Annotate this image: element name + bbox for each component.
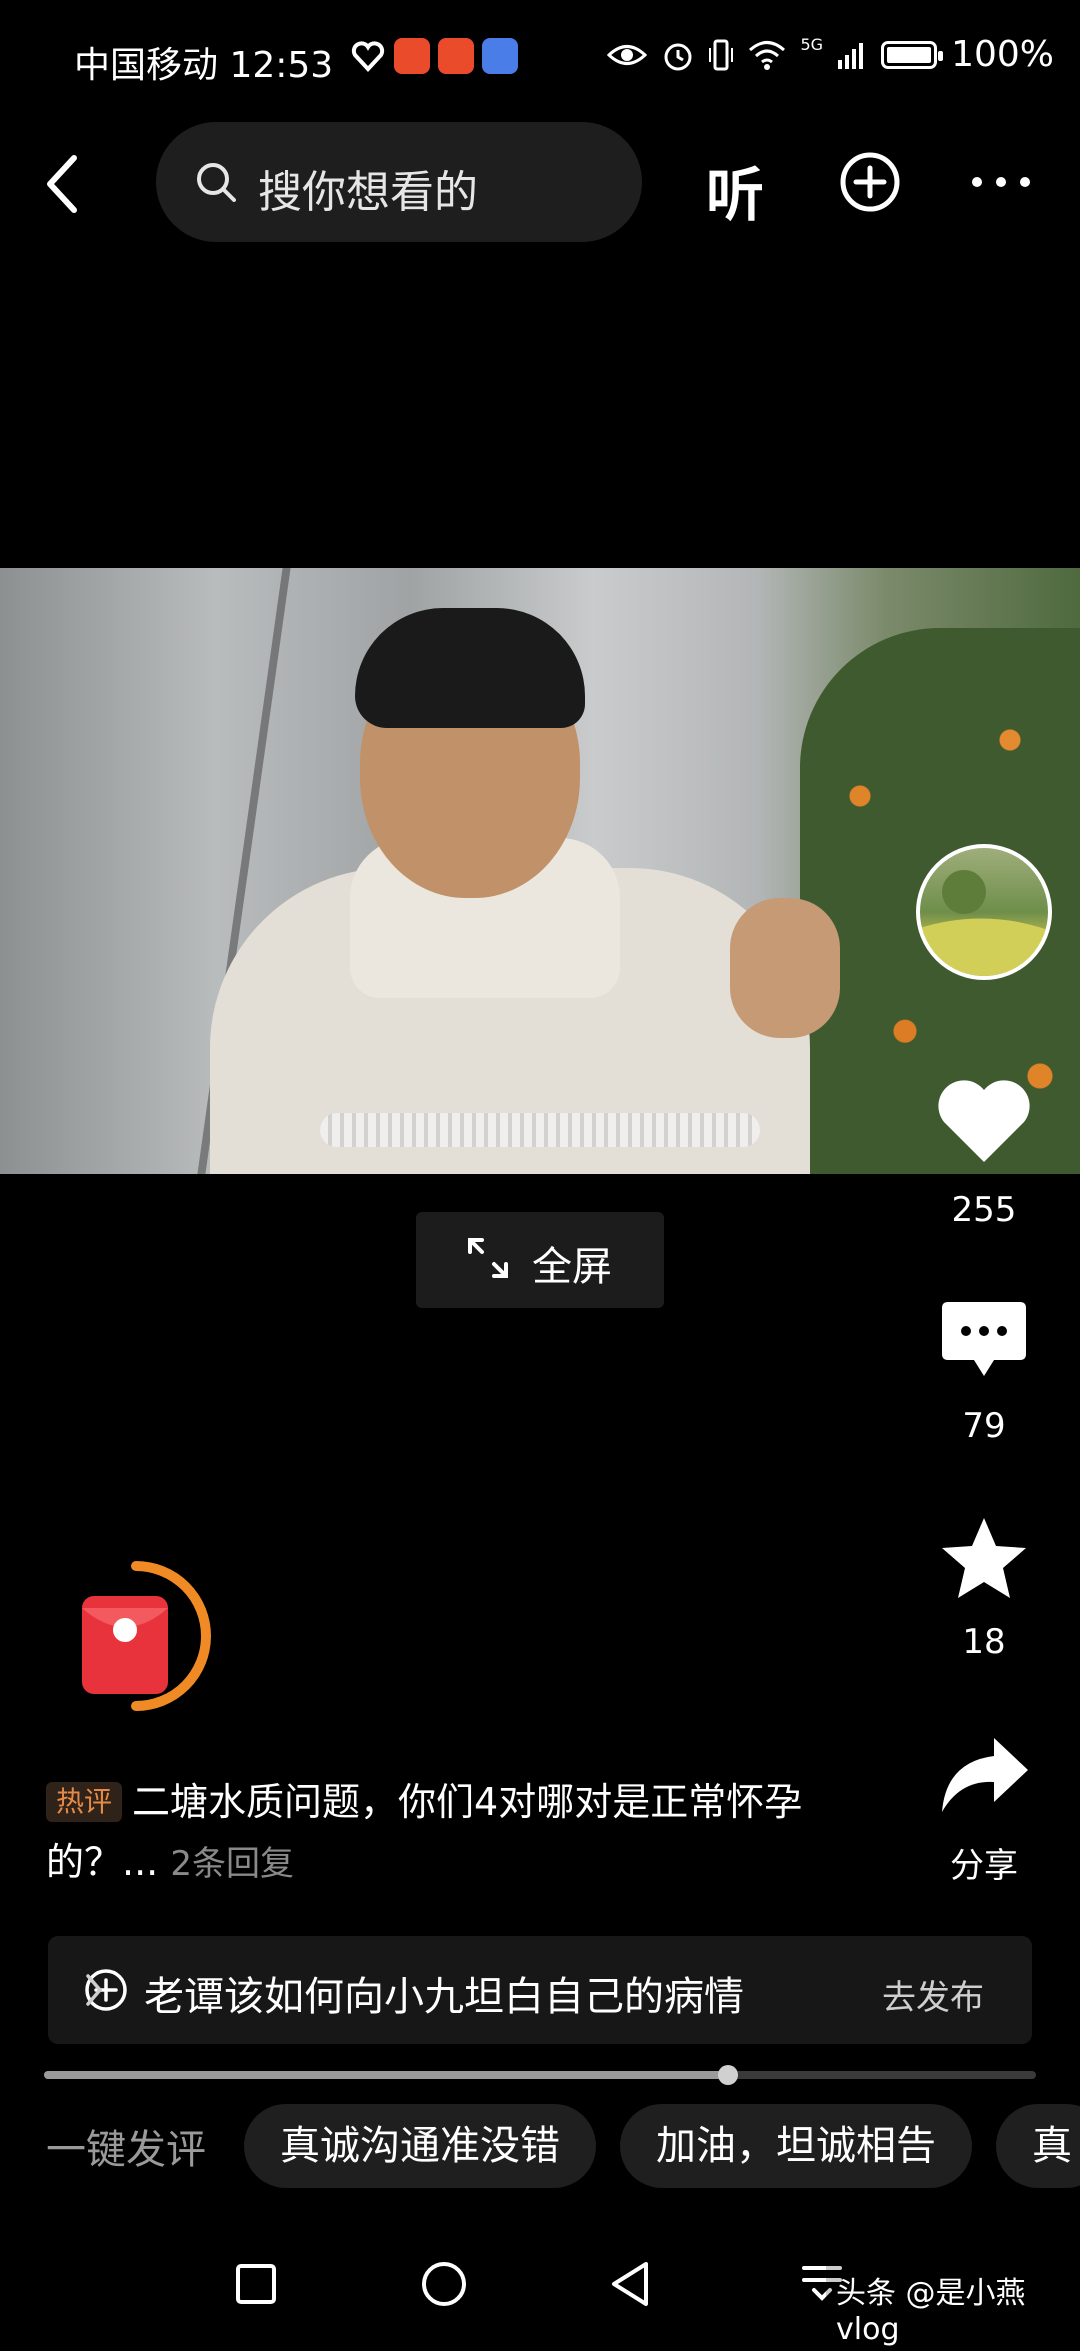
recents-square-icon[interactable] bbox=[234, 2262, 278, 2306]
video-app-icon bbox=[394, 38, 430, 74]
status-right: 5G 100% bbox=[606, 34, 1054, 75]
favorite-star-icon[interactable] bbox=[938, 1514, 1030, 1602]
status-bar: 中国移动 12:53 5G 100% bbox=[0, 0, 1080, 120]
hot-comment-tag: 热评 bbox=[46, 1782, 123, 1822]
red-packet-icon[interactable] bbox=[66, 1560, 216, 1720]
quick-comment-chip[interactable]: 加油，坦诚相告 bbox=[620, 2104, 972, 2188]
listen-button[interactable]: 听 bbox=[706, 148, 764, 232]
watermark-text: 头条 @是小燕vlog bbox=[826, 2264, 1080, 2351]
back-arrow-icon[interactable] bbox=[38, 150, 98, 220]
hot-comment[interactable]: 热评 二塘水质问题，你们4对哪对是正常怀孕的？... 2条回复 bbox=[46, 1772, 906, 1894]
video-player[interactable] bbox=[0, 568, 1080, 1174]
quick-comment-chip[interactable]: 真 bbox=[996, 2104, 1080, 2188]
search-placeholder: 搜你想看的 bbox=[258, 167, 478, 218]
hot-comment-replies[interactable]: 2条回复 bbox=[170, 1844, 294, 1884]
signal-5g-label: 5G bbox=[800, 35, 824, 54]
author-avatar[interactable] bbox=[916, 844, 1052, 980]
expand-icon bbox=[468, 1238, 508, 1278]
progress-fill bbox=[44, 2071, 729, 2079]
search-bar[interactable]: 搜你想看的 bbox=[156, 122, 642, 242]
add-circle-icon[interactable] bbox=[838, 150, 902, 214]
publish-link[interactable]: 去发布 bbox=[882, 1970, 984, 2019]
progress-knob[interactable] bbox=[718, 2065, 739, 2085]
search-icon bbox=[197, 163, 236, 202]
fullscreen-button[interactable]: 全屏 bbox=[416, 1212, 664, 1308]
battery-icon bbox=[881, 40, 944, 69]
like-heart-icon[interactable] bbox=[936, 1080, 1032, 1166]
comment-count: 79 bbox=[962, 1406, 1006, 1446]
quick-comment-row: 一键发评 真诚沟通准没错 加油，坦诚相告 真 bbox=[46, 2104, 1080, 2188]
hot-comment-text: 二塘水质问题，你们4对哪对是正常怀孕的？... bbox=[46, 1780, 803, 1884]
quick-comment-label: 一键发评 bbox=[46, 2127, 206, 2173]
alarm-icon bbox=[664, 43, 691, 70]
person-hand bbox=[730, 898, 840, 1038]
signal-icon bbox=[838, 42, 864, 69]
chevron-right-icon bbox=[86, 1974, 103, 2006]
favorite-count: 18 bbox=[962, 1622, 1006, 1662]
comment-icon[interactable] bbox=[938, 1298, 1030, 1382]
back-triangle-icon[interactable] bbox=[608, 2260, 652, 2308]
share-label[interactable]: 分享 bbox=[924, 1838, 1044, 1887]
more-icon[interactable] bbox=[970, 175, 1032, 189]
home-circle-icon[interactable] bbox=[420, 2260, 468, 2308]
video-app-icon-2 bbox=[438, 38, 474, 74]
battery-text: 100% bbox=[951, 34, 1054, 75]
video-progress-bar[interactable] bbox=[44, 2065, 1036, 2085]
fullscreen-label: 全屏 bbox=[532, 1244, 612, 1290]
heart-app-icon bbox=[351, 41, 385, 72]
quick-comment-chip[interactable]: 真诚沟通准没错 bbox=[244, 2104, 596, 2188]
notification-icons bbox=[350, 38, 518, 78]
wifi-icon bbox=[748, 40, 785, 70]
share-arrow-icon[interactable] bbox=[936, 1732, 1032, 1816]
vibrate-icon bbox=[708, 39, 733, 70]
carrier-time: 中国移动 12:53 bbox=[74, 45, 334, 86]
watermark: 头条 @是小燕vlog bbox=[826, 2264, 1080, 2351]
browser-app-icon bbox=[482, 38, 518, 74]
blurred-subtitle bbox=[320, 1113, 760, 1147]
eye-icon bbox=[606, 44, 647, 65]
person-hair bbox=[355, 608, 585, 728]
topic-publish-bar[interactable]: 老谭该如何向小九坦白自己的病情 去发布 bbox=[48, 1936, 1032, 2044]
topic-text: 老谭该如何向小九坦白自己的病情 bbox=[144, 1974, 744, 2020]
like-count: 255 bbox=[951, 1190, 1017, 1230]
avatar-landscape bbox=[920, 870, 1048, 976]
